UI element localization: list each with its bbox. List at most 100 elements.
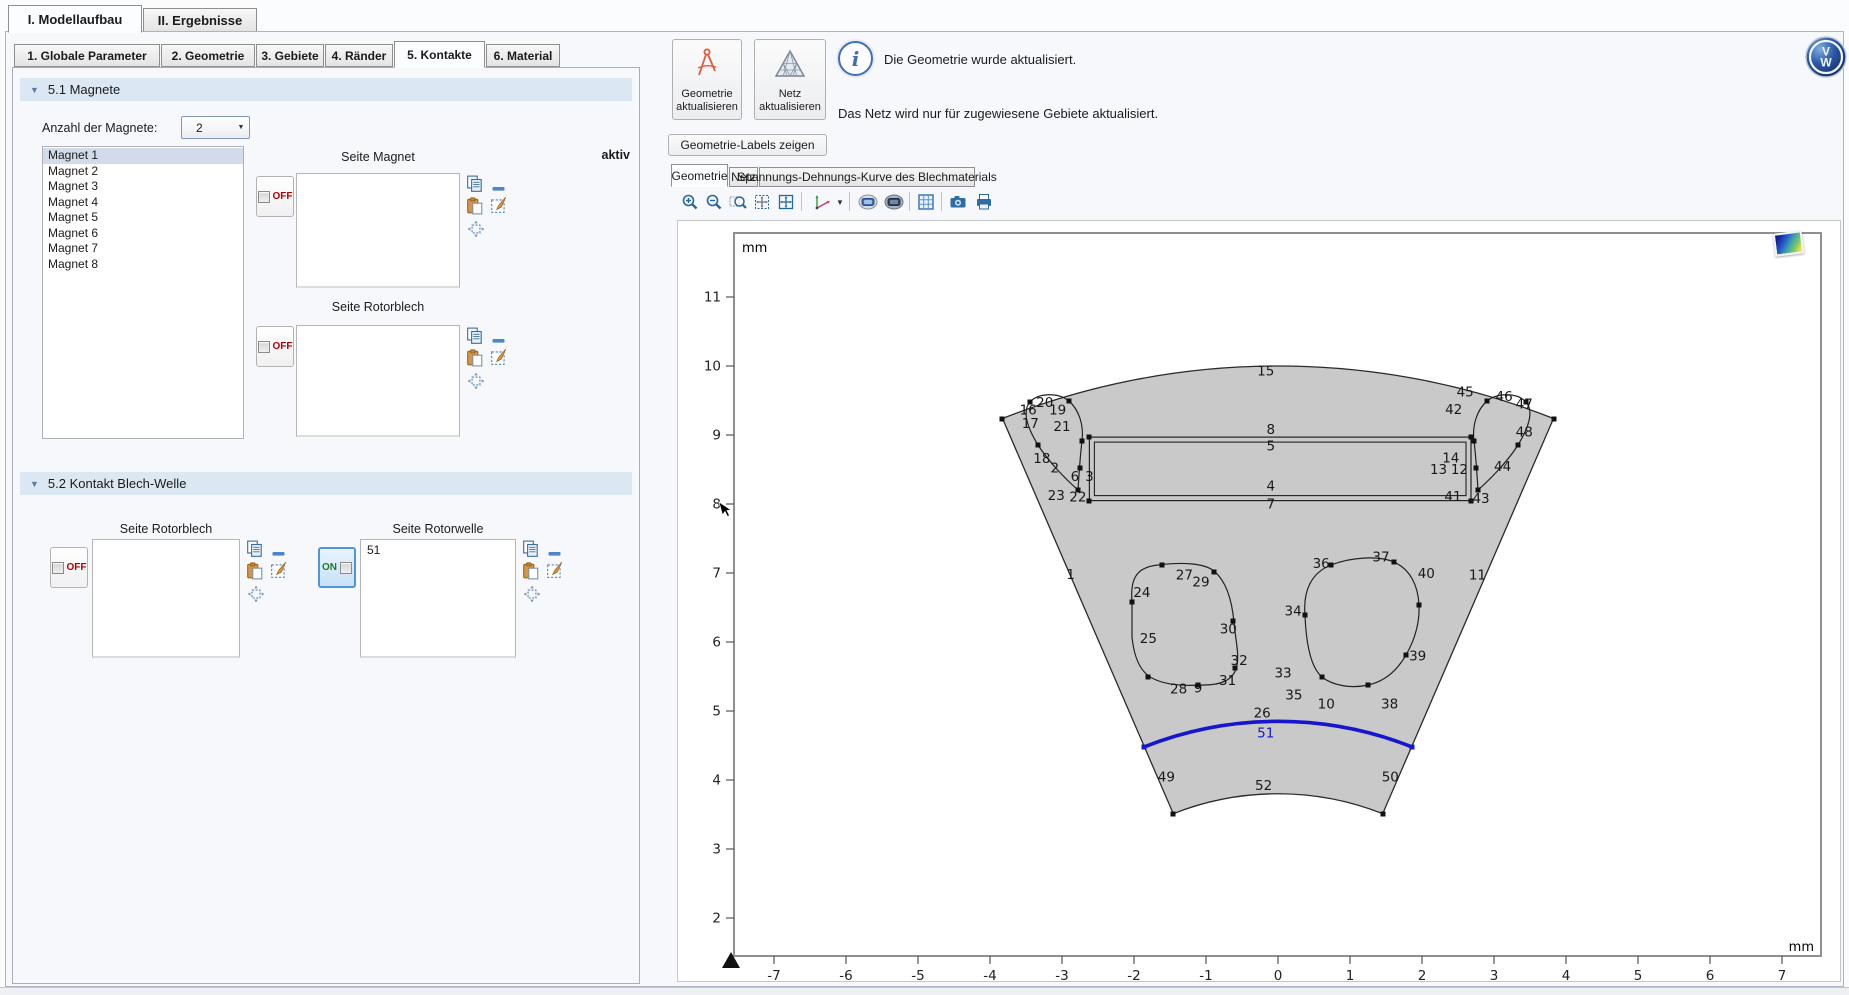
copy-icon[interactable] bbox=[522, 540, 540, 561]
svg-text:10: 10 bbox=[704, 359, 721, 375]
remove-icon[interactable] bbox=[548, 546, 562, 560]
seite-rotorblech-selection-list[interactable] bbox=[296, 325, 460, 437]
side-magnet-label: Seite Magnet bbox=[296, 150, 460, 164]
axis-orientation-icon[interactable] bbox=[810, 192, 834, 212]
remove-icon[interactable] bbox=[492, 333, 506, 347]
geometry-plot[interactable]: -7-6-5-4-3-2-101234567234567891011151620… bbox=[678, 221, 1840, 981]
list-item-magnet4[interactable]: Magnet 4 bbox=[43, 195, 243, 211]
grid-icon[interactable] bbox=[916, 192, 936, 212]
svg-text:46: 46 bbox=[1495, 389, 1512, 405]
magnet-count-label: Anzahl der Magnete: bbox=[42, 121, 157, 135]
toggle-seite-rotorblech[interactable]: OFF bbox=[256, 326, 294, 367]
zoom-extents-icon[interactable] bbox=[752, 192, 772, 212]
zoom-to-selection-icon[interactable] bbox=[523, 585, 541, 606]
zoom-to-selection-icon[interactable] bbox=[467, 220, 485, 241]
seite-magnet-selection-list[interactable] bbox=[296, 173, 460, 288]
subtab-material[interactable]: 6. Material bbox=[486, 44, 560, 67]
info-message-primary: Die Geometrie wurde aktualisiert. bbox=[884, 52, 1076, 67]
svg-text:11: 11 bbox=[1469, 568, 1486, 584]
toggle-kontakt-rotorwelle[interactable]: ON bbox=[318, 547, 356, 588]
clear-selection-icon[interactable] bbox=[270, 561, 288, 582]
tab-ergebnisse[interactable]: II. Ergebnisse bbox=[143, 8, 257, 32]
svg-text:1: 1 bbox=[1346, 968, 1355, 981]
button-label: Geometrie-Labels zeigen bbox=[680, 138, 814, 152]
remove-icon[interactable] bbox=[492, 181, 506, 195]
subtab-kontakte[interactable]: 5. Kontakte bbox=[394, 41, 485, 68]
remove-icon[interactable] bbox=[272, 546, 286, 560]
list-item-magnet2[interactable]: Magnet 2 bbox=[43, 164, 243, 180]
info-icon: i bbox=[838, 41, 873, 76]
toggle-kontakt-rotorblech[interactable]: OFF bbox=[50, 547, 88, 588]
clear-selection-icon[interactable] bbox=[490, 348, 508, 369]
copy-icon[interactable] bbox=[466, 327, 484, 348]
subtab-globale-parameter[interactable]: 1. Globale Parameter bbox=[14, 44, 160, 67]
toggle-seite-magnet[interactable]: OFF bbox=[256, 176, 294, 217]
list-item-magnet7[interactable]: Magnet 7 bbox=[43, 241, 243, 257]
magnet-count-dropdown[interactable]: 2 ▼ bbox=[181, 116, 250, 139]
snapshot-camera-icon[interactable] bbox=[948, 192, 968, 212]
svg-text:17: 17 bbox=[1022, 416, 1039, 432]
svg-text:2: 2 bbox=[1051, 461, 1060, 477]
svg-text:26: 26 bbox=[1254, 706, 1271, 722]
svg-text:2: 2 bbox=[1418, 968, 1427, 981]
zoom-in-icon[interactable] bbox=[680, 192, 700, 212]
list-item-magnet5[interactable]: Magnet 5 bbox=[43, 210, 243, 226]
selection-entry-51[interactable]: 51 bbox=[367, 543, 515, 557]
update-mesh-button[interactable]: Netz aktualisieren bbox=[754, 39, 826, 120]
collapse-triangle-icon: ▼ bbox=[30, 479, 39, 489]
view-tab-spannungs-dehnungs-kurve[interactable]: Spannungs-Dehnungs-Kurve des Blechmateri… bbox=[759, 167, 975, 187]
chevron-down-icon[interactable]: ▼ bbox=[834, 192, 846, 212]
svg-text:28: 28 bbox=[1170, 681, 1187, 697]
list-item-magnet6[interactable]: Magnet 6 bbox=[43, 226, 243, 242]
subtab-raender[interactable]: 4. Ränder bbox=[325, 44, 393, 67]
print-icon[interactable] bbox=[974, 192, 994, 212]
copy-icon[interactable] bbox=[466, 175, 484, 196]
show-geometry-labels-button[interactable]: Geometrie-Labels zeigen bbox=[668, 134, 827, 156]
info-message-secondary: Das Netz wird nur für zugewiesene Gebiet… bbox=[838, 106, 1158, 121]
zoom-to-selection-icon[interactable] bbox=[467, 372, 485, 393]
svg-text:-7: -7 bbox=[767, 968, 780, 981]
list-item-magnet8[interactable]: Magnet 8 bbox=[43, 257, 243, 273]
view-tab-geometrie[interactable]: Geometrie bbox=[671, 164, 728, 187]
svg-text:7: 7 bbox=[1778, 968, 1787, 981]
svg-text:7: 7 bbox=[712, 566, 721, 582]
svg-text:29: 29 bbox=[1192, 574, 1209, 590]
tab-modellaufbau[interactable]: I. Modellaufbau bbox=[8, 5, 142, 33]
subtab-gebiete[interactable]: 3. Gebiete bbox=[256, 44, 324, 67]
kontakt-rotorwelle-selection-list[interactable]: 51 bbox=[360, 539, 516, 658]
svg-text:30: 30 bbox=[1220, 621, 1237, 637]
section-header-kontakt[interactable]: ▼ 5.2 Kontakt Blech-Welle bbox=[20, 472, 632, 495]
clear-selection-icon[interactable] bbox=[490, 196, 508, 217]
svg-text:24: 24 bbox=[1133, 585, 1150, 601]
list-item-magnet1[interactable]: Magnet 1 bbox=[43, 148, 243, 164]
graphics-area[interactable]: -7-6-5-4-3-2-101234567234567891011151620… bbox=[677, 220, 1841, 982]
view-tab-label: Geometrie bbox=[671, 169, 727, 183]
svg-text:6: 6 bbox=[712, 635, 721, 651]
update-geometry-button[interactable]: Geometrie aktualisieren bbox=[672, 39, 742, 120]
chevron-down-icon: ▼ bbox=[233, 124, 249, 131]
paste-icon[interactable] bbox=[522, 562, 540, 583]
zoom-to-selection-icon[interactable] bbox=[247, 585, 265, 606]
svg-text:12: 12 bbox=[1451, 462, 1468, 478]
magnet-list[interactable]: Magnet 1 Magnet 2 Magnet 3 Magnet 4 Magn… bbox=[42, 146, 244, 439]
paste-icon[interactable] bbox=[246, 562, 264, 583]
zoom-fit-icon[interactable] bbox=[776, 192, 796, 212]
svg-text:6: 6 bbox=[1706, 968, 1715, 981]
zoom-box-icon[interactable] bbox=[728, 192, 748, 212]
clear-selection-icon[interactable] bbox=[546, 561, 564, 582]
kontakt-rotorblech-selection-list[interactable] bbox=[92, 539, 240, 658]
toggle-state-label: OFF bbox=[273, 191, 293, 202]
toolbar-separator bbox=[801, 192, 802, 211]
export-image-icon[interactable] bbox=[856, 192, 880, 212]
svg-text:31: 31 bbox=[1219, 673, 1236, 689]
paste-icon[interactable] bbox=[466, 349, 484, 370]
export-image-alt-icon[interactable] bbox=[882, 192, 906, 212]
zoom-out-icon[interactable] bbox=[704, 192, 724, 212]
subtab-geometrie[interactable]: 2. Geometrie bbox=[161, 44, 255, 67]
list-item-magnet3[interactable]: Magnet 3 bbox=[43, 179, 243, 195]
paste-icon[interactable] bbox=[466, 197, 484, 218]
colormap-thumbnail-icon[interactable] bbox=[1773, 230, 1805, 256]
copy-icon[interactable] bbox=[246, 540, 264, 561]
section-header-magnete[interactable]: ▼ 5.1 Magnete bbox=[20, 78, 632, 101]
compass-icon bbox=[689, 46, 725, 86]
